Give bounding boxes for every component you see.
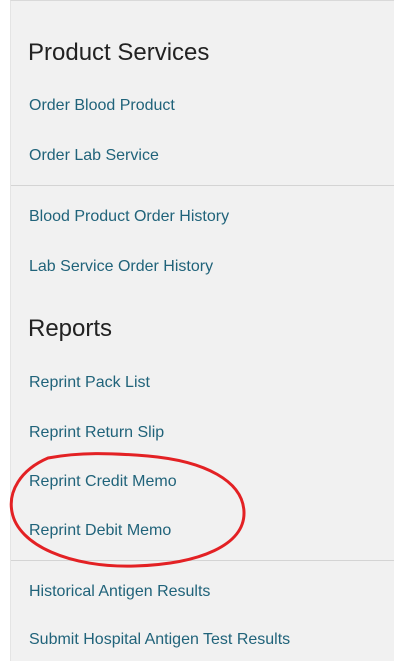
reprint-debit-memo-link[interactable]: Reprint Debit Memo [29,521,171,541]
lab-service-order-history-link[interactable]: Lab Service Order History [29,257,213,277]
product-services-heading: Product Services [28,39,210,66]
order-lab-service-link[interactable]: Order Lab Service [29,146,159,166]
side-navigation-panel: Product Services Order Blood Product Ord… [10,0,394,661]
reprint-return-slip-link[interactable]: Reprint Return Slip [29,423,164,443]
reprint-pack-list-link[interactable]: Reprint Pack List [29,373,150,393]
section-divider [11,560,394,561]
submit-hospital-antigen-test-results-link[interactable]: Submit Hospital Antigen Test Results [29,630,290,650]
blood-product-order-history-link[interactable]: Blood Product Order History [29,207,229,227]
reports-heading: Reports [28,315,113,342]
section-divider [11,185,394,186]
reprint-credit-memo-link[interactable]: Reprint Credit Memo [29,472,177,492]
historical-antigen-results-link[interactable]: Historical Antigen Results [29,582,210,602]
order-blood-product-link[interactable]: Order Blood Product [29,96,175,116]
